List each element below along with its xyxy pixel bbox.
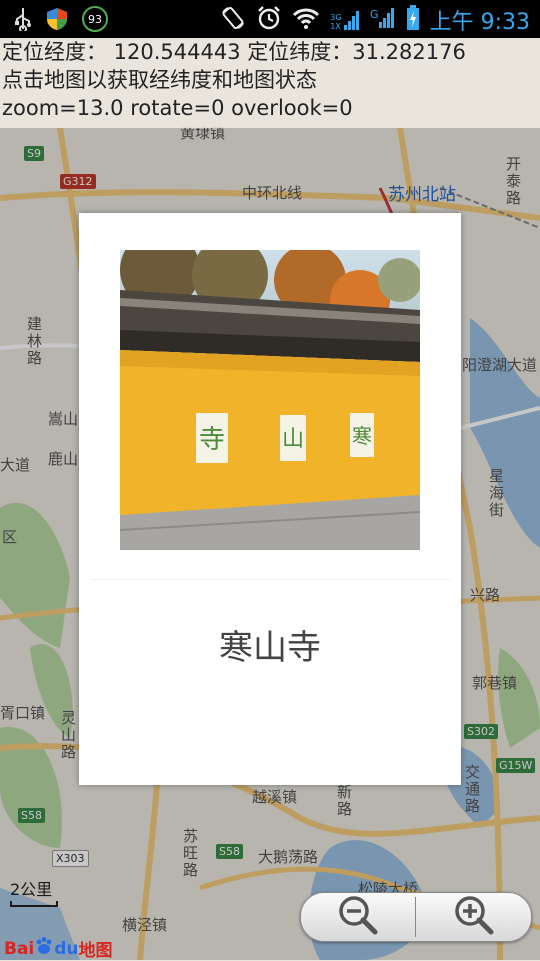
logo-text-du: du: [54, 938, 79, 959]
svg-text:G: G: [370, 8, 379, 21]
map-state: zoom=13.0 rotate=0 overlook=0: [2, 96, 353, 120]
zoom-out-button[interactable]: [301, 893, 415, 941]
signal-g-icon: G: [370, 6, 396, 34]
usb-icon: [14, 7, 32, 31]
zoom-in-icon: [453, 894, 495, 940]
location-info-panel: 定位经度： 120.544443 定位纬度：31.282176 点击地图以获取经…: [0, 38, 540, 128]
location-coordinates: 定位经度： 120.544443 定位纬度：31.282176: [2, 40, 466, 64]
poi-photo[interactable]: 寺 山 寒: [120, 250, 420, 550]
zoom-out-icon: [337, 894, 379, 940]
poi-title: 寒山寺: [219, 628, 321, 668]
clock: 上午 9:33: [429, 10, 530, 35]
paw-icon: [34, 936, 54, 961]
logo-text-map: 地图: [78, 941, 113, 961]
status-bar: 93 3G 1X G 上午 9:33: [0, 0, 540, 38]
alarm-clock-icon: [256, 5, 282, 35]
security-shield-icon: [46, 7, 68, 31]
photo-char: 寺: [199, 425, 225, 455]
temple-photo-image: 寺 山 寒: [120, 250, 420, 550]
zoom-in-button[interactable]: [417, 893, 531, 941]
wifi-icon: [292, 6, 320, 34]
rotation-icon: [220, 5, 246, 35]
signal-3g-icon: 3G 1X: [330, 9, 359, 31]
logo-text-bai: Bai: [4, 938, 35, 959]
map-click-hint: 点击地图以获取经纬度和地图状态: [2, 68, 317, 92]
baidu-map-logo: Bai du 地图: [4, 936, 113, 961]
poi-caption: 寒山寺: [90, 579, 450, 780]
zoom-divider: [415, 897, 416, 937]
battery-saver-badge: 93: [82, 6, 108, 32]
photo-char: 寒: [352, 424, 372, 448]
photo-char: 山: [282, 427, 304, 452]
battery-charging-icon: [406, 5, 420, 35]
poi-dialog: 寺 山 寒 寒山寺: [79, 213, 461, 785]
zoom-control: [300, 892, 532, 942]
